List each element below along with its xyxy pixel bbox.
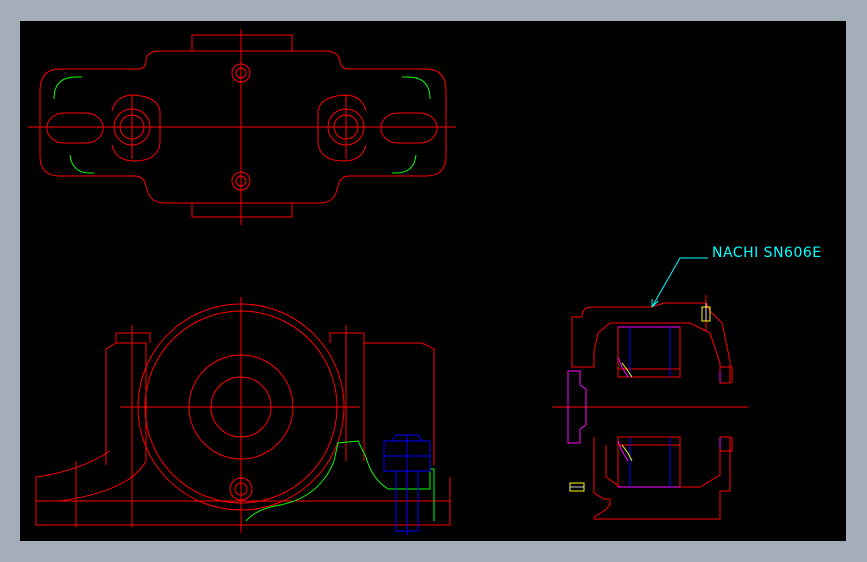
top-view-hatch-bl — [69, 154, 94, 174]
side-view-details — [569, 306, 711, 492]
front-view-bolt-head-right — [329, 332, 365, 343]
leader-line — [651, 257, 708, 308]
top-view — [28, 29, 456, 225]
top-view-hatch-br — [392, 154, 417, 174]
top-view-hatch-tl — [53, 76, 82, 100]
front-view-section — [245, 440, 435, 522]
top-view-cap-bottom — [191, 203, 293, 218]
top-view-lobe-right — [317, 94, 367, 162]
top-view-hatch — [53, 76, 431, 174]
front-view — [35, 297, 451, 533]
front-view-body-left — [105, 342, 147, 465]
cad-window-frame: NACHI SN606E — [0, 0, 867, 562]
front-view-bolt-head-left — [115, 332, 151, 343]
drawing-viewport[interactable]: NACHI SN606E — [20, 21, 846, 541]
front-view-section-outline — [245, 440, 435, 522]
side-view-seal-lip-top — [617, 356, 629, 378]
top-view-slot-left — [46, 112, 104, 144]
side-view — [552, 295, 748, 520]
top-view-slot-right — [380, 112, 438, 144]
front-view-bolt — [383, 434, 431, 535]
top-view-cap-top — [191, 34, 293, 51]
front-view-base-left-curve — [35, 450, 111, 478]
drawing-canvas: NACHI SN606E — [28, 29, 822, 535]
side-view-outline-lower — [593, 436, 731, 520]
front-view-left-fillet — [59, 460, 147, 502]
label-leader — [651, 257, 708, 308]
top-view-lobe-left — [111, 94, 161, 162]
part-number-label: NACHI SN606E — [712, 245, 822, 261]
top-view-hatch-tr — [402, 76, 431, 100]
side-view-highlights — [570, 303, 707, 488]
front-view-body-right — [363, 342, 435, 465]
